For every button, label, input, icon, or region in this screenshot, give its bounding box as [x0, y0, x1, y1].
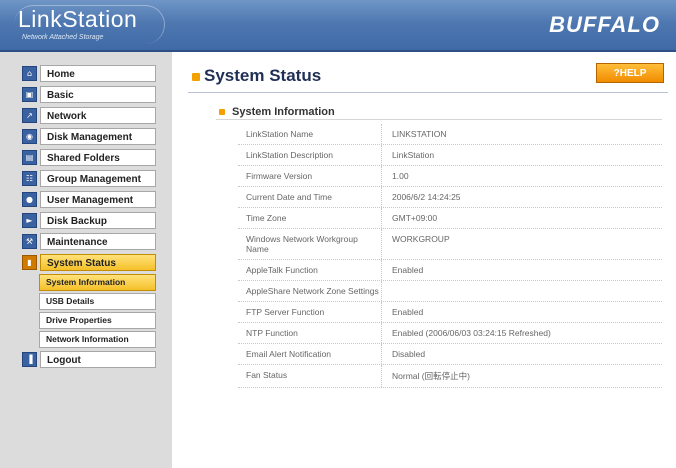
sidebar-item-group-management[interactable]: ☷ Group Management — [22, 169, 156, 188]
title-bullet-icon — [192, 73, 200, 81]
sidebar-item-label: Maintenance — [40, 233, 156, 250]
section-title: System Information — [232, 106, 335, 118]
sidebar-item-label: Network — [40, 107, 156, 124]
table-row: LinkStation Name LINKSTATION — [238, 124, 662, 145]
group-icon: ☷ — [22, 171, 37, 186]
row-label: AppleShare Network Zone Settings — [238, 281, 382, 301]
sidebar-item-system-status[interactable]: ▮ System Status — [22, 253, 156, 272]
row-label: Fan Status — [238, 365, 382, 387]
row-label: LinkStation Name — [238, 124, 382, 144]
row-label: Email Alert Notification — [238, 344, 382, 364]
row-value: Enabled — [392, 307, 424, 317]
table-row: Current Date and Time 2006/6/2 14:24:25 — [238, 187, 662, 208]
row-label: AppleTalk Function — [238, 260, 382, 280]
title-divider — [188, 92, 668, 93]
row-label: Time Zone — [238, 208, 382, 228]
linkstation-logo: LinkStation — [18, 6, 138, 32]
row-value: 2006/6/2 14:24:25 — [392, 192, 461, 202]
folder-icon: ▤ — [22, 150, 37, 165]
sidebar-item-logout[interactable]: ▐ Logout — [22, 350, 156, 369]
disk-icon: ◉ — [22, 129, 37, 144]
sidebar-item-label: Home — [40, 65, 156, 82]
row-label: LinkStation Description — [238, 145, 382, 165]
sidebar-subitem-network-information[interactable]: Network Information — [39, 331, 156, 348]
row-value: Disabled — [392, 349, 426, 359]
table-row: NTP Function Enabled (2006/06/03 03:24:1… — [238, 323, 662, 344]
sidebar-item-shared-folders[interactable]: ▤ Shared Folders — [22, 148, 156, 167]
sidebar-item-basic[interactable]: ▣ Basic — [22, 85, 156, 104]
sidebar-item-label: Disk Backup — [40, 212, 156, 229]
sidebar-item-maintenance[interactable]: ⚒ Maintenance — [22, 232, 156, 251]
sidebar-item-user-management[interactable]: ● User Management — [22, 190, 156, 209]
table-row: Windows Network Workgroup Name WORKGROUP — [238, 229, 662, 260]
maintenance-icon: ⚒ — [22, 234, 37, 249]
table-row: Time Zone GMT+09:00 — [238, 208, 662, 229]
section-divider — [216, 119, 662, 120]
table-row: Fan Status Normal (回転停止中) — [238, 365, 662, 388]
row-value: Normal (回転停止中) — [392, 371, 470, 381]
sidebar-item-label: User Management — [40, 191, 156, 208]
sidebar-item-disk-management[interactable]: ◉ Disk Management — [22, 127, 156, 146]
sidebar: ⌂ Home ▣ Basic ↗ Network ◉ Disk Manageme… — [0, 52, 172, 468]
sidebar-item-label: Group Management — [40, 170, 156, 187]
status-icon: ▮ — [22, 255, 37, 270]
table-row: AppleTalk Function Enabled — [238, 260, 662, 281]
buffalo-logo: BUFFALO — [549, 12, 660, 37]
main-content: System Status ?HELP System Information L… — [172, 52, 676, 468]
row-label: Firmware Version — [238, 166, 382, 186]
sidebar-item-label: System Status — [40, 254, 156, 271]
sidebar-subitem-usb-details[interactable]: USB Details — [39, 293, 156, 310]
info-table: LinkStation Name LINKSTATION LinkStation… — [238, 124, 662, 388]
logout-icon: ▐ — [22, 352, 37, 367]
home-icon: ⌂ — [22, 66, 37, 81]
table-row: LinkStation Description LinkStation — [238, 145, 662, 166]
row-value: LINKSTATION — [392, 129, 447, 139]
sidebar-nav: ⌂ Home ▣ Basic ↗ Network ◉ Disk Manageme… — [22, 64, 156, 371]
sidebar-item-network[interactable]: ↗ Network — [22, 106, 156, 125]
help-button[interactable]: ?HELP — [596, 63, 664, 83]
row-value: LinkStation — [392, 150, 435, 160]
sidebar-item-label: Logout — [40, 351, 156, 368]
table-row: FTP Server Function Enabled — [238, 302, 662, 323]
row-value — [382, 281, 662, 301]
row-label: FTP Server Function — [238, 302, 382, 322]
sidebar-item-label: Disk Management — [40, 128, 156, 145]
row-value: 1.00 — [392, 171, 409, 181]
table-row: Firmware Version 1.00 — [238, 166, 662, 187]
row-value: GMT+09:00 — [392, 213, 438, 223]
basic-icon: ▣ — [22, 87, 37, 102]
sidebar-subitem-drive-properties[interactable]: Drive Properties — [39, 312, 156, 329]
row-value: Enabled — [392, 265, 424, 275]
sidebar-item-disk-backup[interactable]: ► Disk Backup — [22, 211, 156, 230]
row-value: WORKGROUP — [392, 234, 450, 244]
row-label: Current Date and Time — [238, 187, 382, 207]
row-label: Windows Network Workgroup Name — [238, 229, 382, 259]
table-row: Email Alert Notification Disabled — [238, 344, 662, 365]
section-bullet-icon — [219, 109, 225, 115]
page-title: System Status — [204, 66, 322, 85]
sidebar-item-label: Shared Folders — [40, 149, 156, 166]
sidebar-item-label: Basic — [40, 86, 156, 103]
row-label: NTP Function — [238, 323, 382, 343]
header: LinkStation Network Attached Storage BUF… — [0, 0, 676, 52]
table-row: AppleShare Network Zone Settings — [238, 281, 662, 302]
sidebar-subitem-system-information[interactable]: System Information — [39, 274, 156, 291]
sidebar-item-home[interactable]: ⌂ Home — [22, 64, 156, 83]
row-value: Enabled (2006/06/03 03:24:15 Refreshed) — [392, 328, 551, 338]
backup-icon: ► — [22, 213, 37, 228]
logo-subtitle: Network Attached Storage — [22, 34, 104, 41]
user-icon: ● — [22, 192, 37, 207]
network-icon: ↗ — [22, 108, 37, 123]
